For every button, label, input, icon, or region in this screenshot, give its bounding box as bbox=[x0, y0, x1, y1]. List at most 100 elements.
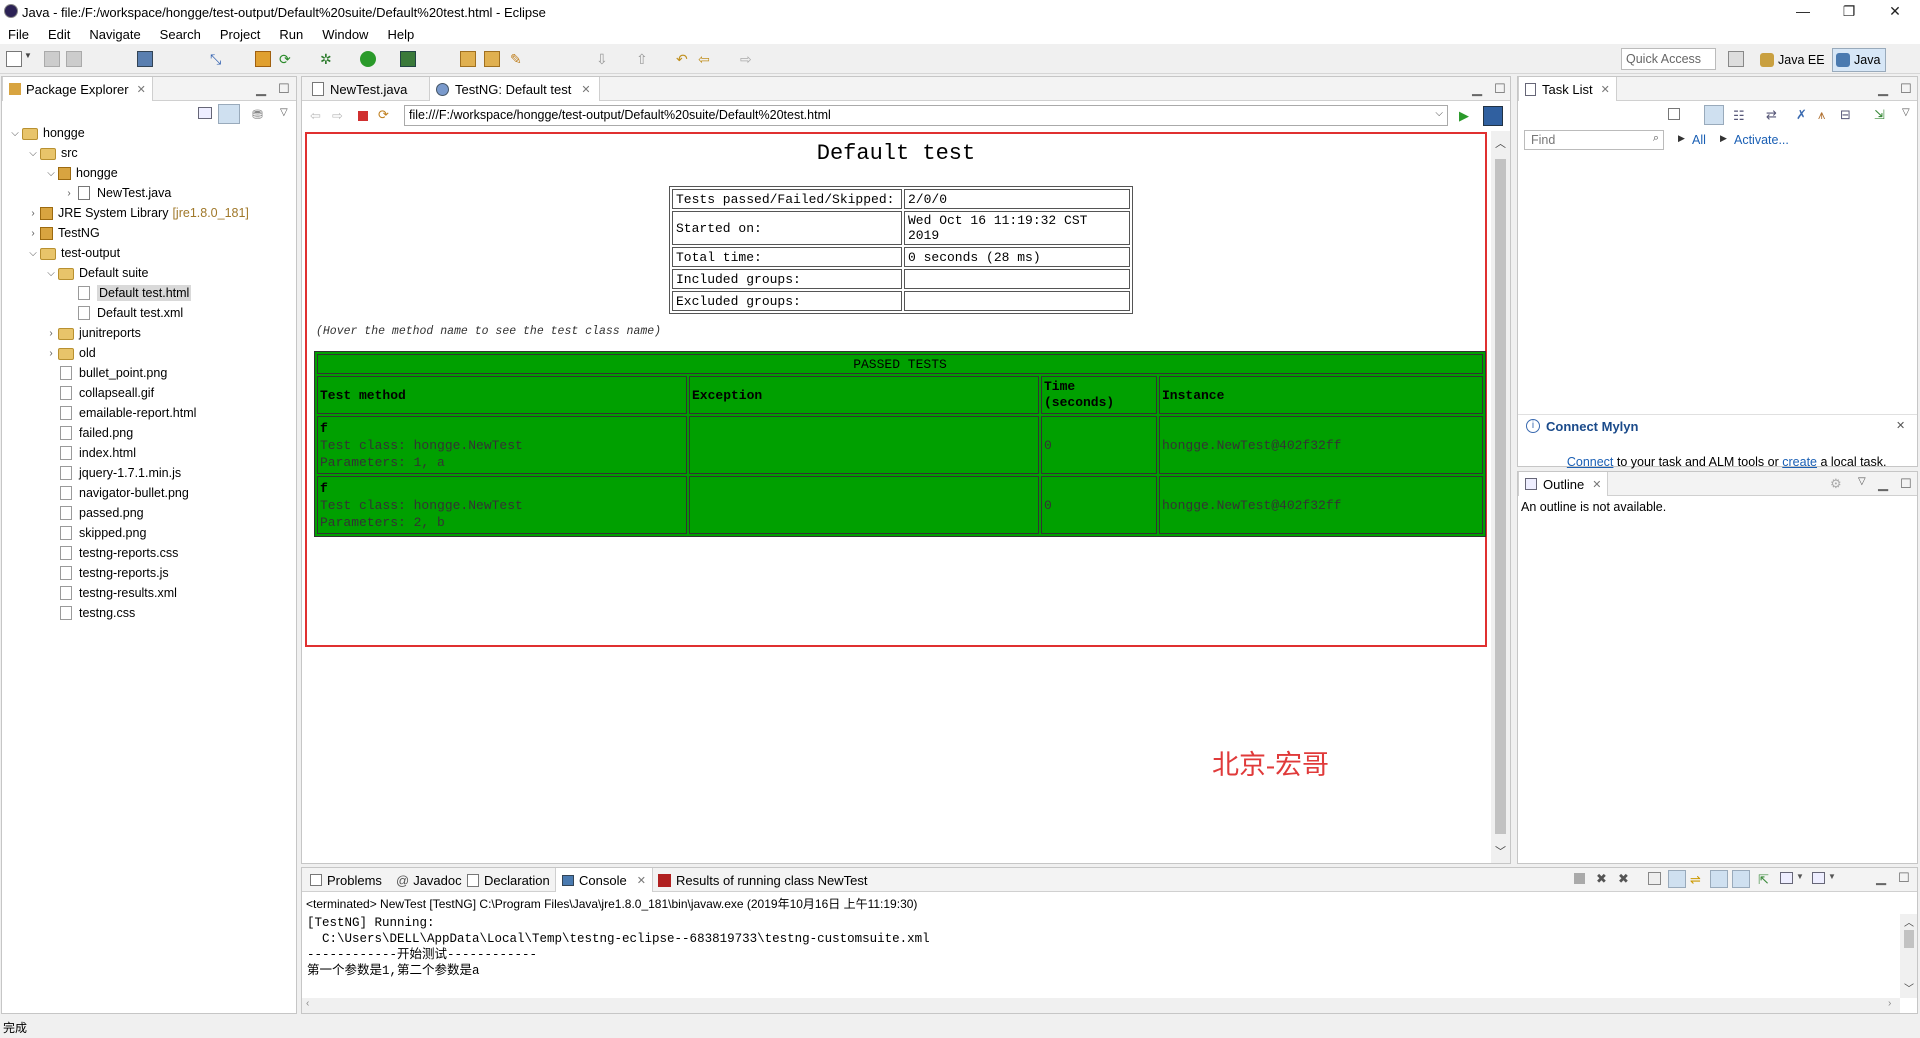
word-wrap-icon[interactable]: ⇌ bbox=[1690, 872, 1701, 888]
new-dropdown-icon[interactable]: ▼ bbox=[24, 51, 32, 67]
menu-window[interactable]: Window bbox=[322, 27, 368, 42]
console-output[interactable]: [TestNG] Running: C:\Users\DELL\AppData\… bbox=[302, 914, 1900, 998]
tree-item[interactable]: passed.png bbox=[44, 503, 144, 523]
tree-item[interactable]: › old bbox=[44, 343, 96, 363]
categorized-icon[interactable] bbox=[1704, 105, 1724, 125]
scroll-down-icon[interactable]: ﹀ bbox=[1904, 980, 1914, 995]
hide-completed-icon[interactable]: ✗ bbox=[1796, 107, 1807, 123]
url-dropdown-icon[interactable]: ⌵ bbox=[1435, 108, 1443, 119]
activate-link[interactable]: Activate... bbox=[1734, 133, 1789, 147]
close-tab-icon[interactable]: ✕ bbox=[581, 83, 590, 96]
console-remove-icon[interactable]: ✖ bbox=[1596, 871, 1607, 887]
chevron-down-icon[interactable]: ⌵ bbox=[26, 248, 40, 259]
maximize-view-icon[interactable]: ☐ bbox=[1900, 476, 1912, 492]
close-tab-icon[interactable]: ✕ bbox=[637, 874, 646, 887]
search-icon[interactable]: ⌕ bbox=[1653, 132, 1659, 145]
menu-help[interactable]: Help bbox=[387, 27, 414, 42]
show-stdout-icon[interactable] bbox=[1710, 870, 1728, 888]
display-dropdown-icon[interactable]: ▼ bbox=[1796, 872, 1804, 881]
build-icon[interactable] bbox=[255, 51, 271, 67]
display-console-icon[interactable] bbox=[1780, 872, 1793, 884]
forward-icon[interactable]: ⇨ bbox=[740, 51, 756, 67]
tree-item[interactable]: index.html bbox=[44, 443, 136, 463]
maximize-button[interactable]: ❐ bbox=[1826, 0, 1872, 24]
menu-navigate[interactable]: Navigate bbox=[89, 27, 140, 42]
expand-tasks-icon[interactable]: ⊟ bbox=[1840, 107, 1851, 123]
run-external-icon[interactable] bbox=[400, 51, 416, 67]
console-clear-icon[interactable] bbox=[1648, 872, 1661, 885]
maximize-view-icon[interactable]: ☐ bbox=[278, 81, 290, 97]
chevron-right-icon[interactable]: › bbox=[44, 348, 58, 359]
search-toolbar-icon[interactable]: ✎ bbox=[510, 51, 526, 67]
scroll-down-icon[interactable]: ﹀ bbox=[1495, 843, 1506, 859]
tree-item[interactable]: failed.png bbox=[44, 423, 133, 443]
chevron-down-icon[interactable]: ⌵ bbox=[26, 148, 40, 159]
console-hscrollbar[interactable]: ‹ › bbox=[302, 998, 1900, 1013]
open-external-browser-icon[interactable] bbox=[1483, 106, 1503, 126]
tree-item[interactable]: testng-reports.css bbox=[44, 543, 178, 563]
tree-item[interactable]: Default test.xml bbox=[62, 303, 183, 323]
chevron-right-icon[interactable]: › bbox=[44, 328, 58, 339]
chevron-right-icon[interactable]: › bbox=[62, 188, 76, 199]
chevron-right-icon[interactable]: › bbox=[26, 228, 40, 239]
tab-outline[interactable]: Outline ✕ bbox=[1518, 472, 1609, 496]
open-console-dropdown-icon[interactable]: ▼ bbox=[1828, 872, 1836, 881]
terminal-icon[interactable] bbox=[137, 51, 153, 67]
tab-task-list[interactable]: Task List ✕ bbox=[1518, 77, 1617, 101]
refresh-icon[interactable]: ⟳ bbox=[279, 51, 295, 67]
task-focus-icon[interactable]: ⇲ bbox=[1874, 107, 1885, 123]
maximize-view-icon[interactable]: ☐ bbox=[1898, 870, 1910, 886]
tree-item[interactable]: collapseall.gif bbox=[44, 383, 154, 403]
mylyn-create-link[interactable]: create bbox=[1782, 455, 1817, 469]
scroll-up-icon[interactable]: ︿ bbox=[1904, 914, 1914, 929]
chevron-down-icon[interactable]: ⌵ bbox=[8, 128, 22, 139]
save-all-icon[interactable] bbox=[66, 51, 82, 67]
tree-item[interactable]: testng-results.xml bbox=[44, 583, 177, 603]
tree-item[interactable]: › TestNG bbox=[26, 223, 99, 243]
tab-newtest-java[interactable]: NewTest.java bbox=[306, 77, 413, 101]
browser-scrollbar[interactable]: ︿ ﹀ bbox=[1491, 131, 1510, 863]
browser-forward-icon[interactable]: ⇨ bbox=[332, 108, 343, 124]
tab-problems[interactable]: Problems bbox=[304, 868, 388, 892]
tree-item[interactable]: ⌵ src bbox=[26, 143, 78, 163]
new-task-icon[interactable] bbox=[1668, 108, 1680, 120]
tab-package-explorer[interactable]: Package Explorer ✕ bbox=[2, 77, 153, 101]
back-icon[interactable]: ⇦ bbox=[698, 51, 714, 67]
close-mylyn-icon[interactable]: ✕ bbox=[1896, 419, 1905, 432]
minimize-view-icon[interactable]: ▁ bbox=[1878, 81, 1888, 97]
all-link[interactable]: All bbox=[1692, 133, 1706, 147]
maximize-editor-icon[interactable]: ☐ bbox=[1494, 81, 1506, 97]
menu-run[interactable]: Run bbox=[279, 27, 303, 42]
view-menu-icon[interactable]: ▽ bbox=[1902, 107, 1910, 118]
open-console-icon[interactable] bbox=[1812, 872, 1825, 884]
tree-item[interactable]: › JRE System Library [jre1.8.0_181] bbox=[26, 203, 249, 223]
scroll-left-icon[interactable]: ‹ bbox=[306, 998, 309, 1009]
show-stderr-icon[interactable] bbox=[1732, 870, 1750, 888]
scheduled-icon[interactable]: ☷ bbox=[1733, 108, 1745, 124]
tab-testng-default-test[interactable]: TestNG: Default test ✕ bbox=[429, 77, 600, 101]
link-editor-icon[interactable] bbox=[218, 104, 240, 124]
tree-item[interactable]: jquery-1.7.1.min.js bbox=[44, 463, 181, 483]
menu-project[interactable]: Project bbox=[220, 27, 260, 42]
browser-stop-icon[interactable] bbox=[358, 111, 368, 121]
tree-item[interactable]: ⌵ test-output bbox=[26, 243, 120, 263]
scroll-right-icon[interactable]: › bbox=[1888, 998, 1891, 1009]
tab-javadoc[interactable]: @ Javadoc bbox=[390, 868, 468, 892]
chevron-down-icon[interactable]: ⌵ bbox=[44, 168, 58, 179]
close-tab-icon[interactable]: ✕ bbox=[1592, 478, 1601, 491]
sync-icon[interactable]: ⇄ bbox=[1766, 107, 1777, 123]
console-vscrollbar[interactable]: ︿ ﹀ bbox=[1900, 914, 1917, 998]
new-icon[interactable] bbox=[6, 51, 22, 67]
tree-item[interactable]: › junitreports bbox=[44, 323, 141, 343]
open-task-icon[interactable] bbox=[484, 51, 500, 67]
next-annotation-icon[interactable]: ⇩ bbox=[596, 51, 612, 67]
last-edit-icon[interactable]: ↶ bbox=[676, 51, 692, 67]
save-icon[interactable] bbox=[44, 51, 60, 67]
filter-icon[interactable]: ⛃ bbox=[252, 107, 263, 123]
chevron-down-icon[interactable]: ⌵ bbox=[44, 268, 58, 279]
tree-item[interactable]: testng.css bbox=[44, 603, 135, 623]
tree-item[interactable]: Default test.html bbox=[62, 283, 192, 303]
pin-console-icon[interactable]: ⇱ bbox=[1758, 872, 1769, 888]
minimize-view-icon[interactable]: ▁ bbox=[1876, 870, 1886, 886]
scroll-up-icon[interactable]: ︿ bbox=[1495, 135, 1506, 151]
